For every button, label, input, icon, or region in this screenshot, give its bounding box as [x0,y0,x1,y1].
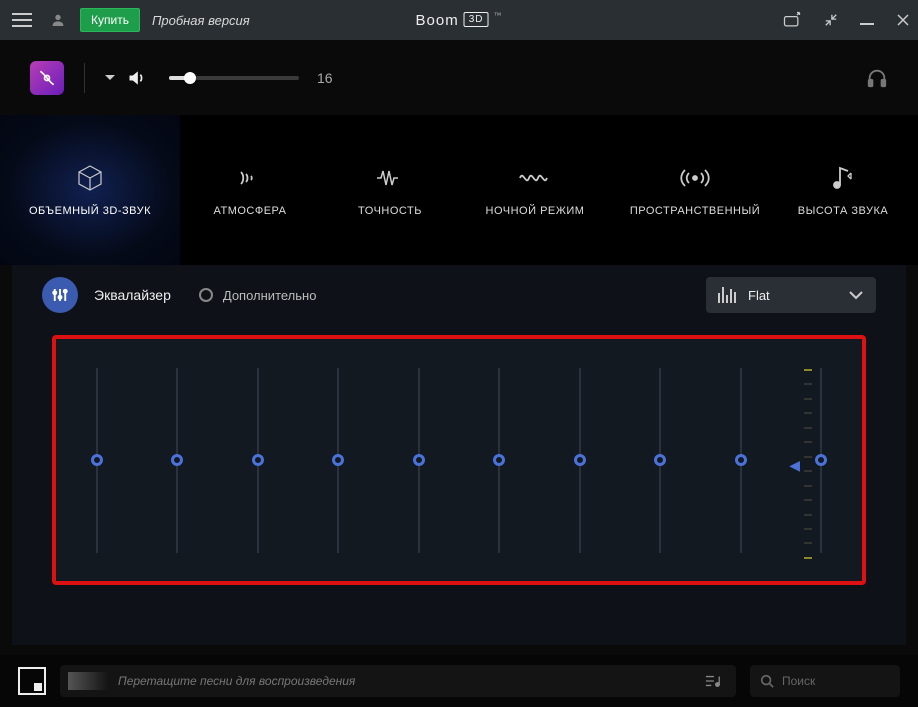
speaker-icon[interactable] [127,69,147,87]
menu-button[interactable] [12,8,36,32]
effect-ambience[interactable]: АТМОСФЕРА [180,115,320,265]
eq-band-handle[interactable] [332,454,344,466]
preset-dropdown[interactable]: Flat [706,277,876,313]
fidelity-icon [375,163,405,193]
eq-band-handle[interactable] [252,454,264,466]
trial-label: Пробная версия [152,13,250,28]
app-title: Boom 3D ™ [416,12,503,29]
effect-pitch[interactable]: ВЫСОТА ЗВУКА [780,115,906,265]
app-source-icon[interactable] [30,61,64,95]
eq-band-slider[interactable] [820,368,822,553]
effect-fidelity[interactable]: ТОЧНОСТЬ [320,115,460,265]
3d-sound-icon [75,163,105,193]
effect-3d-sound[interactable]: ОБЪЕМНЫЙ 3D-ЗВУК [0,115,180,265]
eq-band-slider[interactable] [659,368,661,553]
gain-meter [804,369,812,559]
eq-band-handle[interactable] [654,454,666,466]
search-input[interactable]: Поиск [750,665,900,697]
eq-band-handle[interactable] [735,454,747,466]
effect-label: ПРОСТРАНСТВЕННЫЙ [630,205,760,217]
advanced-label: Дополнительно [223,288,317,303]
eq-band-handle[interactable] [574,454,586,466]
eq-band-handle[interactable] [413,454,425,466]
eq-band-slider[interactable] [96,368,98,553]
equalizer-panel: ◀ [52,335,866,585]
spatial-icon [680,163,710,193]
eq-band-slider[interactable] [579,368,581,553]
search-icon [760,674,774,688]
gradient-decoration [68,672,108,690]
effect-label: НОЧНОЙ РЕЖИМ [486,205,585,217]
advanced-toggle[interactable]: Дополнительно [199,288,317,303]
effect-spatial[interactable]: ПРОСТРАНСТВЕННЫЙ [610,115,780,265]
preset-name: Flat [748,288,770,303]
share-icon[interactable] [782,11,802,29]
buy-button[interactable]: Купить [80,8,140,32]
eq-band-slider[interactable] [257,368,259,553]
eq-band-slider[interactable] [498,368,500,553]
preset-bars-icon [718,287,736,303]
user-icon[interactable] [50,12,66,28]
effect-label: ТОЧНОСТЬ [358,205,422,217]
gain-indicator[interactable]: ◀ [789,457,800,474]
eq-band-slider[interactable] [418,368,420,553]
close-button[interactable] [896,13,910,27]
minimize-button[interactable] [860,23,874,25]
track-drop-area[interactable]: Перетащите песни для воспроизведения [60,665,736,697]
pitch-icon [831,163,855,193]
eq-band-handle[interactable] [171,454,183,466]
effect-label: ВЫСОТА ЗВУКА [798,205,888,217]
eq-band-slider[interactable] [740,368,742,553]
effect-night-mode[interactable]: НОЧНОЙ РЕЖИМ [460,115,610,265]
eq-band-handle[interactable] [815,454,827,466]
equalizer-toggle[interactable] [42,277,78,313]
source-dropdown[interactable] [105,74,115,82]
chevron-down-icon [848,290,864,300]
compact-icon[interactable] [824,13,838,27]
playlist-icon[interactable] [704,673,722,689]
effect-label: АТМОСФЕРА [214,205,287,217]
eq-band-handle[interactable] [91,454,103,466]
eq-band-handle[interactable] [493,454,505,466]
night-mode-icon [518,163,552,193]
eq-band-slider[interactable] [337,368,339,553]
volume-value: 16 [317,70,333,86]
album-art-placeholder [18,667,46,695]
search-placeholder: Поиск [782,674,815,688]
eq-band-slider[interactable] [176,368,178,553]
radio-icon [199,288,213,302]
ambience-icon [237,163,263,193]
headphones-icon[interactable] [866,67,888,89]
drop-hint: Перетащите песни для воспроизведения [118,674,355,688]
volume-slider[interactable] [169,76,299,80]
effect-label: ОБЪЕМНЫЙ 3D-ЗВУК [29,205,151,217]
equalizer-label: Эквалайзер [94,287,171,303]
